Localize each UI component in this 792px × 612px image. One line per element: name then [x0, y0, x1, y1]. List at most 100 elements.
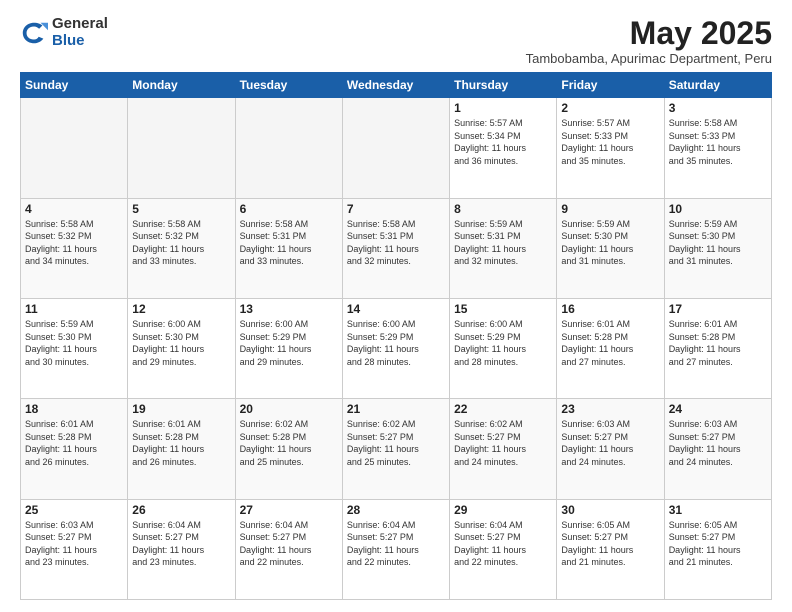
calendar-cell: 27 Sunrise: 6:04 AMSunset: 5:27 PMDayligh… — [235, 499, 342, 599]
logo-general: General — [52, 16, 108, 33]
logo: General Blue — [20, 16, 108, 49]
calendar-table: SundayMondayTuesdayWednesdayThursdayFrid… — [20, 72, 772, 600]
day-info: Sunrise: 6:01 AMSunset: 5:28 PMDaylight:… — [25, 418, 123, 468]
week-row-5: 25 Sunrise: 6:03 AMSunset: 5:27 PMDayligh… — [21, 499, 772, 599]
day-number: 16 — [561, 302, 659, 316]
weekday-header-row: SundayMondayTuesdayWednesdayThursdayFrid… — [21, 73, 772, 98]
weekday-header-monday: Monday — [128, 73, 235, 98]
day-number: 28 — [347, 503, 445, 517]
day-info: Sunrise: 5:59 AMSunset: 5:31 PMDaylight:… — [454, 218, 552, 268]
day-info: Sunrise: 6:01 AMSunset: 5:28 PMDaylight:… — [561, 318, 659, 368]
day-info: Sunrise: 5:57 AMSunset: 5:33 PMDaylight:… — [561, 117, 659, 167]
day-number: 14 — [347, 302, 445, 316]
logo-icon — [20, 19, 48, 47]
week-row-1: 1 Sunrise: 5:57 AMSunset: 5:34 PMDaylight… — [21, 98, 772, 198]
day-info: Sunrise: 5:58 AMSunset: 5:33 PMDaylight:… — [669, 117, 767, 167]
weekday-header-saturday: Saturday — [664, 73, 771, 98]
header: General Blue May 2025 Tambobamba, Apurim… — [20, 16, 772, 66]
calendar-cell: 11 Sunrise: 5:59 AMSunset: 5:30 PMDayligh… — [21, 298, 128, 398]
day-number: 20 — [240, 402, 338, 416]
day-info: Sunrise: 5:59 AMSunset: 5:30 PMDaylight:… — [25, 318, 123, 368]
day-info: Sunrise: 5:58 AMSunset: 5:32 PMDaylight:… — [25, 218, 123, 268]
day-info: Sunrise: 6:01 AMSunset: 5:28 PMDaylight:… — [132, 418, 230, 468]
day-info: Sunrise: 6:00 AMSunset: 5:29 PMDaylight:… — [347, 318, 445, 368]
title-block: May 2025 Tambobamba, Apurimac Department… — [526, 16, 772, 66]
day-info: Sunrise: 6:04 AMSunset: 5:27 PMDaylight:… — [347, 519, 445, 569]
day-info: Sunrise: 6:05 AMSunset: 5:27 PMDaylight:… — [561, 519, 659, 569]
weekday-header-wednesday: Wednesday — [342, 73, 449, 98]
day-number: 31 — [669, 503, 767, 517]
day-number: 9 — [561, 202, 659, 216]
day-number: 2 — [561, 101, 659, 115]
day-number: 24 — [669, 402, 767, 416]
weekday-header-sunday: Sunday — [21, 73, 128, 98]
day-info: Sunrise: 6:05 AMSunset: 5:27 PMDaylight:… — [669, 519, 767, 569]
day-info: Sunrise: 6:03 AMSunset: 5:27 PMDaylight:… — [561, 418, 659, 468]
calendar-cell — [128, 98, 235, 198]
calendar-cell: 12Sunrise: 6:00 AMSunset: 5:30 PMDayligh… — [128, 298, 235, 398]
calendar-cell: 19 Sunrise: 6:01 AMSunset: 5:28 PMDayligh… — [128, 399, 235, 499]
day-info: Sunrise: 6:04 AMSunset: 5:27 PMDaylight:… — [240, 519, 338, 569]
month-year: May 2025 — [526, 16, 772, 51]
day-info: Sunrise: 5:57 AMSunset: 5:34 PMDaylight:… — [454, 117, 552, 167]
logo-text: General Blue — [52, 16, 108, 49]
day-number: 1 — [454, 101, 552, 115]
calendar-cell: 10 Sunrise: 5:59 AMSunset: 5:30 PMDayligh… — [664, 198, 771, 298]
calendar-cell: 14 Sunrise: 6:00 AMSunset: 5:29 PMDayligh… — [342, 298, 449, 398]
calendar-cell: 2 Sunrise: 5:57 AMSunset: 5:33 PMDaylight… — [557, 98, 664, 198]
day-number: 23 — [561, 402, 659, 416]
calendar-cell: 4 Sunrise: 5:58 AMSunset: 5:32 PMDaylight… — [21, 198, 128, 298]
day-number: 5 — [132, 202, 230, 216]
day-number: 26 — [132, 503, 230, 517]
day-number: 4 — [25, 202, 123, 216]
calendar-cell: 3 Sunrise: 5:58 AMSunset: 5:33 PMDaylight… — [664, 98, 771, 198]
day-info: Sunrise: 6:02 AMSunset: 5:27 PMDaylight:… — [347, 418, 445, 468]
day-number: 12 — [132, 302, 230, 316]
calendar-cell: 24Sunrise: 6:03 AMSunset: 5:27 PMDayligh… — [664, 399, 771, 499]
week-row-3: 11 Sunrise: 5:59 AMSunset: 5:30 PMDayligh… — [21, 298, 772, 398]
calendar-cell: 13 Sunrise: 6:00 AMSunset: 5:29 PMDayligh… — [235, 298, 342, 398]
day-number: 13 — [240, 302, 338, 316]
day-number: 11 — [25, 302, 123, 316]
day-number: 25 — [25, 503, 123, 517]
day-info: Sunrise: 6:02 AMSunset: 5:27 PMDaylight:… — [454, 418, 552, 468]
calendar-cell: 30Sunrise: 6:05 AMSunset: 5:27 PMDayligh… — [557, 499, 664, 599]
day-number: 21 — [347, 402, 445, 416]
day-info: Sunrise: 5:58 AMSunset: 5:31 PMDaylight:… — [240, 218, 338, 268]
day-info: Sunrise: 6:00 AMSunset: 5:29 PMDaylight:… — [454, 318, 552, 368]
day-info: Sunrise: 5:59 AMSunset: 5:30 PMDaylight:… — [669, 218, 767, 268]
calendar-cell: 26Sunrise: 6:04 AMSunset: 5:27 PMDayligh… — [128, 499, 235, 599]
week-row-4: 18Sunrise: 6:01 AMSunset: 5:28 PMDayligh… — [21, 399, 772, 499]
day-number: 3 — [669, 101, 767, 115]
day-number: 19 — [132, 402, 230, 416]
calendar-cell: 18Sunrise: 6:01 AMSunset: 5:28 PMDayligh… — [21, 399, 128, 499]
day-number: 10 — [669, 202, 767, 216]
weekday-header-tuesday: Tuesday — [235, 73, 342, 98]
calendar-cell: 9 Sunrise: 5:59 AMSunset: 5:30 PMDaylight… — [557, 198, 664, 298]
day-number: 8 — [454, 202, 552, 216]
calendar-cell: 16 Sunrise: 6:01 AMSunset: 5:28 PMDayligh… — [557, 298, 664, 398]
weekday-header-friday: Friday — [557, 73, 664, 98]
day-number: 15 — [454, 302, 552, 316]
day-info: Sunrise: 5:58 AMSunset: 5:32 PMDaylight:… — [132, 218, 230, 268]
day-info: Sunrise: 6:00 AMSunset: 5:29 PMDaylight:… — [240, 318, 338, 368]
day-info: Sunrise: 6:02 AMSunset: 5:28 PMDaylight:… — [240, 418, 338, 468]
day-number: 27 — [240, 503, 338, 517]
calendar-cell: 29Sunrise: 6:04 AMSunset: 5:27 PMDayligh… — [450, 499, 557, 599]
calendar-cell: 22Sunrise: 6:02 AMSunset: 5:27 PMDayligh… — [450, 399, 557, 499]
subtitle: Tambobamba, Apurimac Department, Peru — [526, 51, 772, 66]
logo-blue: Blue — [52, 33, 108, 50]
calendar-cell: 17Sunrise: 6:01 AMSunset: 5:28 PMDayligh… — [664, 298, 771, 398]
weekday-header-thursday: Thursday — [450, 73, 557, 98]
day-number: 6 — [240, 202, 338, 216]
day-info: Sunrise: 5:58 AMSunset: 5:31 PMDaylight:… — [347, 218, 445, 268]
day-info: Sunrise: 5:59 AMSunset: 5:30 PMDaylight:… — [561, 218, 659, 268]
day-info: Sunrise: 6:03 AMSunset: 5:27 PMDaylight:… — [25, 519, 123, 569]
calendar-cell: 21 Sunrise: 6:02 AMSunset: 5:27 PMDayligh… — [342, 399, 449, 499]
calendar-cell — [342, 98, 449, 198]
calendar-cell: 15 Sunrise: 6:00 AMSunset: 5:29 PMDayligh… — [450, 298, 557, 398]
calendar-cell: 6 Sunrise: 5:58 AMSunset: 5:31 PMDaylight… — [235, 198, 342, 298]
calendar-cell: 28 Sunrise: 6:04 AMSunset: 5:27 PMDayligh… — [342, 499, 449, 599]
week-row-2: 4 Sunrise: 5:58 AMSunset: 5:32 PMDaylight… — [21, 198, 772, 298]
calendar-cell: 31 Sunrise: 6:05 AMSunset: 5:27 PMDayligh… — [664, 499, 771, 599]
